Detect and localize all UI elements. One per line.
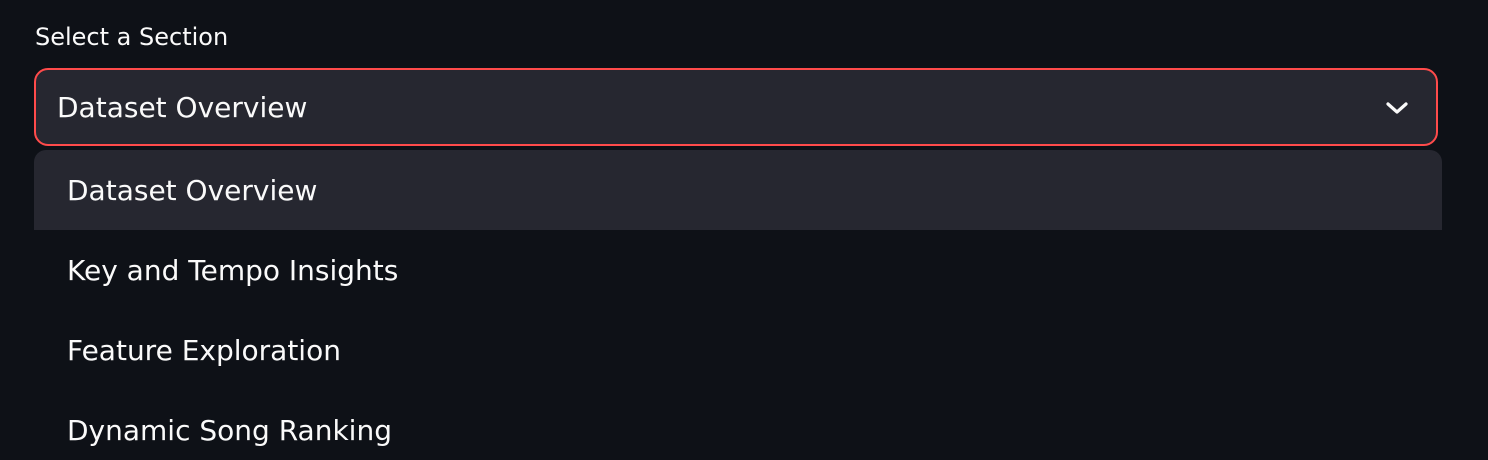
dropdown-menu: Dataset Overview Key and Tempo Insights … [34,150,1442,460]
selected-value: Dataset Overview [57,91,308,124]
select-label: Select a Section [35,23,229,51]
option-feature-exploration[interactable]: Feature Exploration [34,310,1442,390]
option-key-and-tempo-insights[interactable]: Key and Tempo Insights [34,230,1442,310]
section-selector: Select a Section Dataset Overview Datase… [0,0,1488,460]
option-dataset-overview[interactable]: Dataset Overview [34,150,1442,230]
option-dynamic-song-ranking[interactable]: Dynamic Song Ranking [34,390,1442,460]
section-select[interactable]: Dataset Overview [34,68,1438,146]
chevron-down-icon[interactable] [1384,97,1410,119]
